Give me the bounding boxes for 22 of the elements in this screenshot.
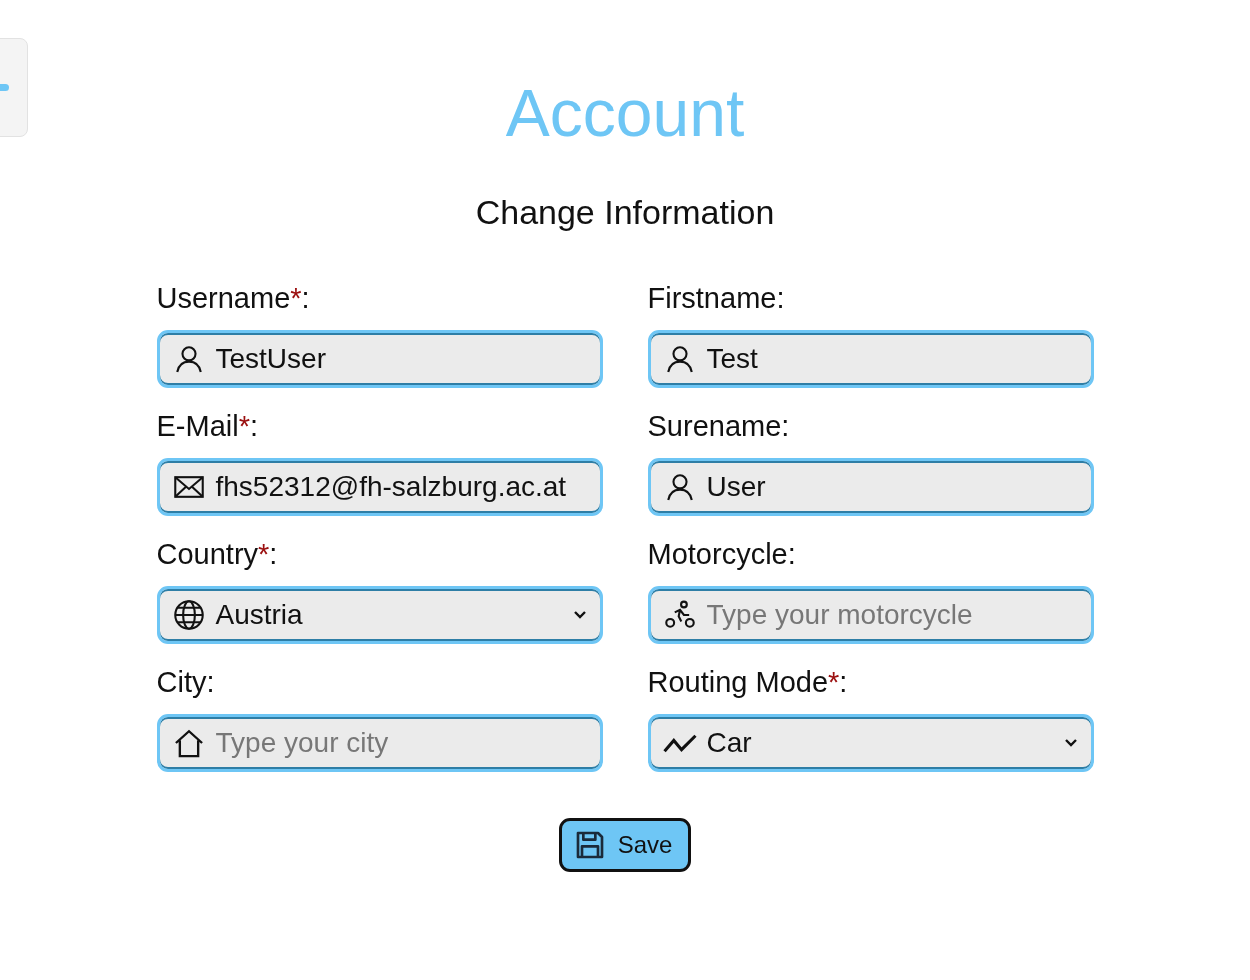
input-field[interactable]: Type your city <box>156 714 603 772</box>
save-button[interactable]: Save <box>558 818 692 872</box>
field-label: Username*: <box>156 281 311 316</box>
input-field[interactable]: Test <box>647 330 1094 388</box>
field-label: Firstname: <box>647 281 786 316</box>
route-icon <box>662 733 697 753</box>
field-label: Routing Mode*: <box>647 665 849 700</box>
input-field[interactable]: User <box>647 458 1094 516</box>
input-field[interactable]: Type your motorcycle <box>647 586 1094 644</box>
section-title: Change Information <box>475 192 775 232</box>
field-label: City: <box>156 665 216 700</box>
field-label: Surename: <box>647 409 791 444</box>
globe-icon <box>171 598 206 632</box>
sidebar-toggle-button[interactable] <box>0 38 28 137</box>
page-title: Account <box>505 75 745 152</box>
field-label: Country*: <box>156 537 279 572</box>
dropdown-field[interactable]: Car <box>647 714 1094 772</box>
input-field[interactable]: fhs52312@fh-salzburg.ac.at <box>156 458 603 516</box>
field-label: Motorcycle: <box>647 537 797 572</box>
dropdown-field[interactable]: Austria <box>156 586 603 644</box>
field-label: E-Mail*: <box>156 409 260 444</box>
input-field[interactable]: TestUser <box>156 330 603 388</box>
